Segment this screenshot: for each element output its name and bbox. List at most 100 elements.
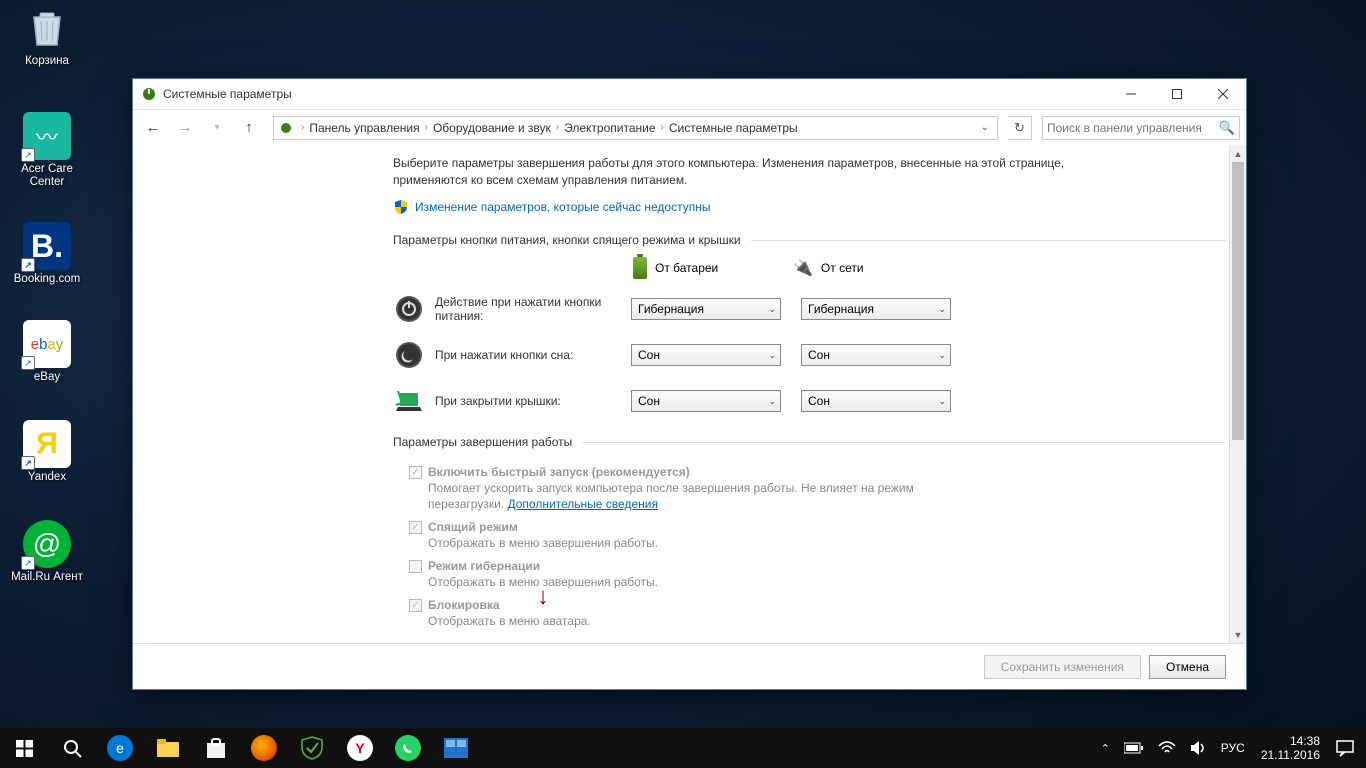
search-box[interactable]: 🔍 bbox=[1042, 116, 1240, 140]
power-button-icon bbox=[393, 293, 425, 325]
checkbox-description: Помогает ускорить запуск компьютера посл… bbox=[428, 480, 988, 512]
shortcut-arrow-icon: ↗ bbox=[21, 456, 35, 470]
lid-battery-combo[interactable]: Сон⌄ bbox=[631, 390, 781, 412]
nav-up-button[interactable]: ↑ bbox=[235, 114, 263, 142]
vertical-scrollbar[interactable]: ▲ ▼ bbox=[1229, 145, 1246, 643]
chevron-down-icon: ⌄ bbox=[768, 396, 776, 407]
taskbar-app-store[interactable] bbox=[192, 728, 240, 768]
nav-forward-button[interactable]: → bbox=[171, 114, 199, 142]
mailru-icon: @↗ bbox=[23, 520, 71, 568]
shield-link-text[interactable]: Изменение параметров, которые сейчас нед… bbox=[415, 200, 711, 214]
desktop-icon-ebay[interactable]: ebay↗ eBay bbox=[10, 320, 84, 384]
minimize-button[interactable] bbox=[1108, 79, 1154, 109]
cancel-button[interactable]: Отмена bbox=[1149, 655, 1226, 679]
chevron-right-icon[interactable]: › bbox=[298, 122, 307, 133]
sleep-option: ✓ Спящий режим Отображать в меню завершен… bbox=[409, 520, 1226, 551]
breadcrumb-item[interactable]: Электропитание bbox=[562, 121, 657, 135]
search-icon[interactable]: 🔍 bbox=[1219, 120, 1235, 136]
desktop-icon-label: Acer Care Center bbox=[10, 163, 84, 189]
checkbox-label: Блокировка bbox=[428, 598, 500, 612]
plugged-column-header: 🔌 От сети bbox=[793, 257, 953, 279]
section-heading: Параметры кнопки питания, кнопки спящего… bbox=[393, 233, 1226, 247]
nav-back-button[interactable]: ← bbox=[139, 114, 167, 142]
uac-shield-link[interactable]: Изменение параметров, которые сейчас нед… bbox=[393, 199, 1226, 215]
desktop-icon-mailru[interactable]: @↗ Mail.Ru Агент bbox=[10, 520, 84, 584]
tray-action-center[interactable] bbox=[1330, 728, 1360, 768]
breadcrumb-item[interactable]: Оборудование и звук bbox=[431, 121, 553, 135]
taskbar-app-whatsapp[interactable] bbox=[384, 728, 432, 768]
tray-date: 21.11.2016 bbox=[1261, 748, 1320, 762]
chevron-down-icon: ⌄ bbox=[938, 396, 946, 407]
taskbar: e Y ⌃ РУС 14:38 21.11.2016 bbox=[0, 728, 1366, 768]
checkbox[interactable]: ✓ bbox=[409, 521, 422, 534]
battery-icon bbox=[633, 257, 647, 279]
breadcrumb-item[interactable]: Системные параметры bbox=[667, 121, 800, 135]
tray-battery-icon[interactable] bbox=[1118, 728, 1150, 768]
breadcrumb[interactable]: › Панель управления › Оборудование и зву… bbox=[273, 116, 998, 140]
sleep-battery-combo[interactable]: Сон⌄ bbox=[631, 344, 781, 366]
scroll-thumb[interactable] bbox=[1232, 162, 1244, 440]
taskbar-app-control-panel[interactable] bbox=[432, 728, 480, 768]
checkbox[interactable]: ✓ bbox=[409, 466, 422, 479]
power-battery-combo[interactable]: Гибернация⌄ bbox=[631, 298, 781, 320]
scroll-down-button[interactable]: ▼ bbox=[1230, 626, 1246, 643]
shortcut-arrow-icon: ↗ bbox=[21, 148, 35, 162]
search-input[interactable] bbox=[1047, 121, 1219, 135]
booking-icon: B.↗ bbox=[23, 222, 71, 270]
checkbox[interactable]: ✓ bbox=[409, 599, 422, 612]
checkbox[interactable] bbox=[409, 560, 422, 573]
nav-toolbar: ← → ▾ ↑ › Панель управления › Оборудован… bbox=[133, 109, 1246, 145]
window-title: Системные параметры bbox=[163, 87, 1108, 101]
cortana-search-button[interactable] bbox=[48, 728, 96, 768]
tray-clock[interactable]: 14:38 21.11.2016 bbox=[1253, 734, 1328, 762]
fast-startup-option: ✓Включить быстрый запуск (рекомендуется)… bbox=[409, 465, 1226, 512]
intro-text: Выберите параметры завершения работы для… bbox=[393, 155, 1103, 189]
save-button: Сохранить изменения bbox=[984, 655, 1141, 679]
sleep-button-row: При нажатии кнопки сна: Сон⌄ Сон⌄ bbox=[393, 339, 1226, 371]
start-button[interactable] bbox=[0, 728, 48, 768]
setting-label: Действие при нажатии кнопки питания: bbox=[435, 295, 621, 323]
column-headers: От батареи 🔌 От сети bbox=[393, 257, 1226, 279]
desktop-icon-label: Корзина bbox=[10, 55, 84, 68]
checkbox-description: Отображать в меню завершения работы. bbox=[428, 535, 988, 551]
breadcrumb-dropdown[interactable]: ⌄ bbox=[977, 122, 993, 133]
sleep-plugged-combo[interactable]: Сон⌄ bbox=[801, 344, 951, 366]
lid-close-row: При закрытии крышки: Сон⌄ Сон⌄ bbox=[393, 385, 1226, 417]
breadcrumb-item[interactable]: Панель управления bbox=[307, 121, 421, 135]
power-plugged-combo[interactable]: Гибернация⌄ bbox=[801, 298, 951, 320]
desktop-icon-acer-care[interactable]: 〰↗ Acer Care Center bbox=[10, 112, 84, 189]
checkbox-label: Спящий режим bbox=[428, 520, 518, 534]
chevron-down-icon: ⌄ bbox=[768, 304, 776, 315]
tray-expand-button[interactable]: ⌃ bbox=[1095, 728, 1116, 768]
taskbar-app-firefox[interactable] bbox=[240, 728, 288, 768]
lock-option: ✓Блокировка Отображать в меню аватара. bbox=[409, 598, 1226, 629]
maximize-button[interactable] bbox=[1154, 79, 1200, 109]
chevron-right-icon[interactable]: › bbox=[553, 122, 562, 133]
column-label: От сети bbox=[821, 261, 864, 275]
close-button[interactable] bbox=[1200, 79, 1246, 109]
more-info-link[interactable]: Дополнительные сведения bbox=[507, 497, 657, 511]
tray-wifi-icon[interactable] bbox=[1152, 728, 1182, 768]
taskbar-app-adguard[interactable] bbox=[288, 728, 336, 768]
shortcut-arrow-icon: ↗ bbox=[21, 556, 35, 570]
content-area: Выберите параметры завершения работы для… bbox=[133, 145, 1246, 643]
checkbox-label: Режим гибернации bbox=[428, 559, 540, 573]
desktop-icon-recycle-bin[interactable]: Корзина bbox=[10, 4, 84, 68]
nav-history-button[interactable]: ▾ bbox=[203, 114, 231, 142]
desktop-icon-yandex[interactable]: Я↗ Yandex bbox=[10, 420, 84, 484]
taskbar-app-explorer[interactable] bbox=[144, 728, 192, 768]
refresh-button[interactable]: ↻ bbox=[1008, 116, 1032, 140]
taskbar-app-edge[interactable]: e bbox=[96, 728, 144, 768]
titlebar: Системные параметры bbox=[133, 79, 1246, 109]
chevron-down-icon: ⌄ bbox=[768, 350, 776, 361]
desktop-icon-booking[interactable]: B.↗ Booking.com bbox=[10, 222, 84, 286]
scroll-up-button[interactable]: ▲ bbox=[1230, 145, 1246, 162]
taskbar-app-yandex-browser[interactable]: Y bbox=[336, 728, 384, 768]
lid-plugged-combo[interactable]: Сон⌄ bbox=[801, 390, 951, 412]
battery-column-header: От батареи bbox=[633, 257, 793, 279]
checkbox-description: Отображать в меню завершения работы. bbox=[428, 574, 988, 590]
tray-language[interactable]: РУС bbox=[1215, 728, 1251, 768]
tray-volume-icon[interactable] bbox=[1184, 728, 1213, 768]
chevron-right-icon[interactable]: › bbox=[658, 122, 667, 133]
chevron-right-icon[interactable]: › bbox=[422, 122, 431, 133]
